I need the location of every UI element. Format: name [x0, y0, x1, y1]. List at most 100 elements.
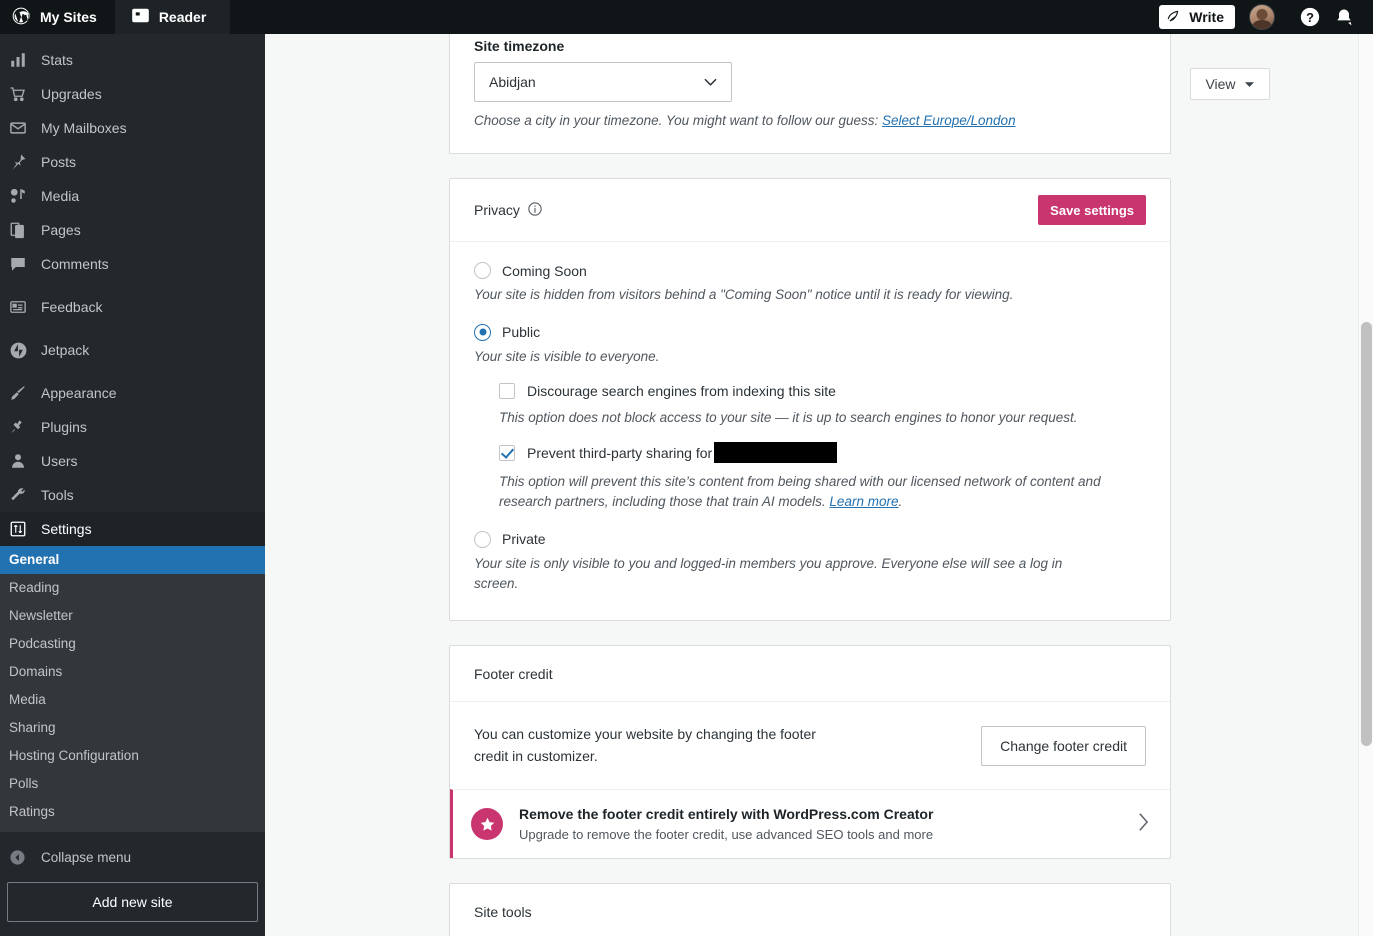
sidebar-item-tools[interactable]: Tools	[0, 478, 265, 512]
sidebar-item-stats-label: Stats	[41, 52, 73, 68]
select-timezone-guess-link[interactable]: Select Europe/London	[882, 113, 1016, 128]
help-icon[interactable]: ?	[1293, 0, 1327, 34]
avatar[interactable]	[1249, 4, 1275, 30]
privacy-option-private-description: Your site is only visible to you and log…	[474, 555, 1063, 591]
radio-public[interactable]	[474, 323, 491, 341]
privacy-option-public-description: Your site is visible to everyone.	[474, 348, 660, 364]
masterbar-my-sites[interactable]: My Sites	[0, 0, 115, 34]
prevent-third-party-sharing-label: Prevent third-party sharing for	[527, 442, 838, 463]
settings-content: Site timezone Abidjan Choose a city in y…	[265, 34, 1355, 936]
site-tools-header: Site tools	[450, 884, 1170, 936]
privacy-option-private[interactable]: Private	[474, 530, 1146, 548]
sidebar-item-plugins[interactable]: Plugins	[0, 410, 265, 444]
site-tools-title: Site tools	[474, 903, 532, 920]
sidebar-item-users[interactable]: Users	[0, 444, 265, 478]
wrench-icon	[9, 485, 35, 505]
site-tools-card: Site tools Change your site address Regi…	[449, 883, 1171, 936]
star-icon	[471, 808, 503, 841]
masterbar-reader[interactable]: Reader	[114, 0, 231, 34]
masterbar-my-sites-label: My Sites	[40, 9, 97, 25]
privacy-card: Privacy Save settings Coming Soon Your s…	[449, 178, 1171, 621]
pencil-icon	[1167, 8, 1183, 27]
sidebar-subitem-general[interactable]: General	[0, 546, 265, 574]
privacy-card-header: Privacy Save settings	[450, 179, 1170, 243]
footer-credit-text: You can customize your website by changi…	[474, 726, 816, 764]
change-footer-credit-button[interactable]: Change footer credit	[981, 725, 1146, 766]
redacted-site-name	[714, 442, 838, 463]
sidebar-subitem-polls[interactable]: Polls	[0, 770, 265, 798]
checkbox-discourage-search-engines[interactable]	[499, 382, 515, 399]
page-scrollbar-track[interactable]	[1358, 34, 1373, 936]
sidebar-item-settings[interactable]: Settings	[0, 512, 265, 546]
sidebar-item-appearance[interactable]: Appearance	[0, 376, 265, 410]
sidebar-subitem-podcasting[interactable]: Podcasting	[0, 630, 265, 658]
footer-credit-body: You can customize your website by changi…	[450, 702, 1170, 789]
privacy-title-text: Privacy	[474, 202, 520, 219]
sidebar-item-settings-label: Settings	[41, 521, 92, 537]
privacy-option-coming-soon[interactable]: Coming Soon	[474, 262, 1146, 280]
site-timezone-select[interactable]: Abidjan	[474, 62, 732, 102]
info-icon[interactable]	[527, 201, 543, 220]
site-timezone-label: Site timezone	[474, 38, 565, 54]
footer-credit-card: Footer credit You can customize your web…	[449, 645, 1171, 860]
user-icon	[9, 451, 35, 471]
prevent-third-party-sharing-description-text: This option will prevent this site’s con…	[499, 474, 1101, 510]
discourage-search-engines-description: This option does not block access to you…	[499, 409, 1078, 425]
radio-coming-soon[interactable]	[474, 262, 491, 280]
checkbox-prevent-third-party-sharing[interactable]	[499, 444, 515, 461]
upsell-subtitle: Upgrade to remove the footer credit, use…	[519, 827, 934, 843]
sidebar-item-appearance-label: Appearance	[41, 385, 117, 401]
sidebar-subitem-hosting-configuration[interactable]: Hosting Configuration	[0, 742, 265, 770]
sidebar: My Home Stats Upgrades My Mailboxes Post	[0, 0, 265, 936]
prevent-third-party-sharing-text: Prevent third-party sharing for	[527, 445, 713, 461]
sidebar-item-stats[interactable]: Stats	[0, 43, 265, 77]
chevron-down-icon	[704, 74, 717, 90]
media-icon	[9, 186, 35, 206]
privacy-option-private-label: Private	[502, 531, 546, 547]
sidebar-item-media[interactable]: Media	[0, 179, 265, 213]
sidebar-item-comments-label: Comments	[41, 256, 109, 272]
sidebar-item-posts-label: Posts	[41, 154, 77, 170]
privacy-card-title: Privacy	[474, 201, 543, 220]
svg-text:?: ?	[1306, 10, 1314, 25]
footer-credit-header: Footer credit	[450, 646, 1170, 702]
jetpack-icon	[9, 340, 35, 360]
save-settings-button[interactable]: Save settings	[1038, 195, 1146, 226]
sidebar-subitem-ratings[interactable]: Ratings	[0, 798, 265, 826]
add-new-site-button[interactable]: Add new site	[7, 882, 258, 922]
page-scrollbar-thumb[interactable]	[1361, 322, 1372, 746]
sidebar-item-comments[interactable]: Comments	[0, 247, 265, 281]
sidebar-subitem-reading[interactable]: Reading	[0, 574, 265, 602]
prevent-third-party-sharing-row[interactable]: Prevent third-party sharing for	[499, 442, 1146, 463]
sidebar-subitem-newsletter[interactable]: Newsletter	[0, 602, 265, 630]
wordpress-logo-icon	[11, 6, 31, 29]
sidebar-item-tools-label: Tools	[41, 487, 74, 503]
feedback-icon	[9, 297, 35, 317]
sidebar-item-feedback[interactable]: Feedback	[0, 290, 265, 324]
learn-more-link[interactable]: Learn more	[829, 494, 898, 509]
collapse-menu-button[interactable]: Collapse menu	[0, 840, 265, 874]
sidebar-item-upgrades[interactable]: Upgrades	[0, 77, 265, 111]
write-button-label: Write	[1189, 9, 1224, 25]
sidebar-subitem-sharing[interactable]: Sharing	[0, 714, 265, 742]
radio-private[interactable]	[474, 530, 491, 548]
sidebar-item-pages[interactable]: Pages	[0, 213, 265, 247]
privacy-option-public[interactable]: Public	[474, 323, 1146, 341]
site-timezone-body: Site timezone Abidjan Choose a city in y…	[450, 34, 1170, 153]
reader-icon	[131, 6, 150, 28]
sidebar-item-posts[interactable]: Posts	[0, 145, 265, 179]
bell-icon[interactable]	[1327, 0, 1361, 34]
write-button[interactable]: Write	[1159, 5, 1235, 29]
masterbar-reader-label: Reader	[158, 9, 207, 25]
discourage-search-engines-row[interactable]: Discourage search engines from indexing …	[499, 382, 1146, 399]
sidebar-item-media-label: Media	[41, 188, 80, 204]
site-timezone-hint: Choose a city in your timezone. You migh…	[474, 111, 1146, 131]
sidebar-item-my-mailboxes[interactable]: My Mailboxes	[0, 111, 265, 145]
upsell-text-group: Remove the footer credit entirely with W…	[519, 806, 933, 842]
sidebar-item-jetpack[interactable]: Jetpack	[0, 333, 265, 367]
main-content: View Site timezone Abidjan Choose a city…	[265, 34, 1355, 936]
privacy-option-public-label: Public	[502, 324, 541, 340]
sidebar-subitem-domains[interactable]: Domains	[0, 658, 265, 686]
sidebar-subitem-media[interactable]: Media	[0, 686, 265, 714]
footer-credit-upsell-banner[interactable]: Remove the footer credit entirely with W…	[450, 789, 1170, 859]
